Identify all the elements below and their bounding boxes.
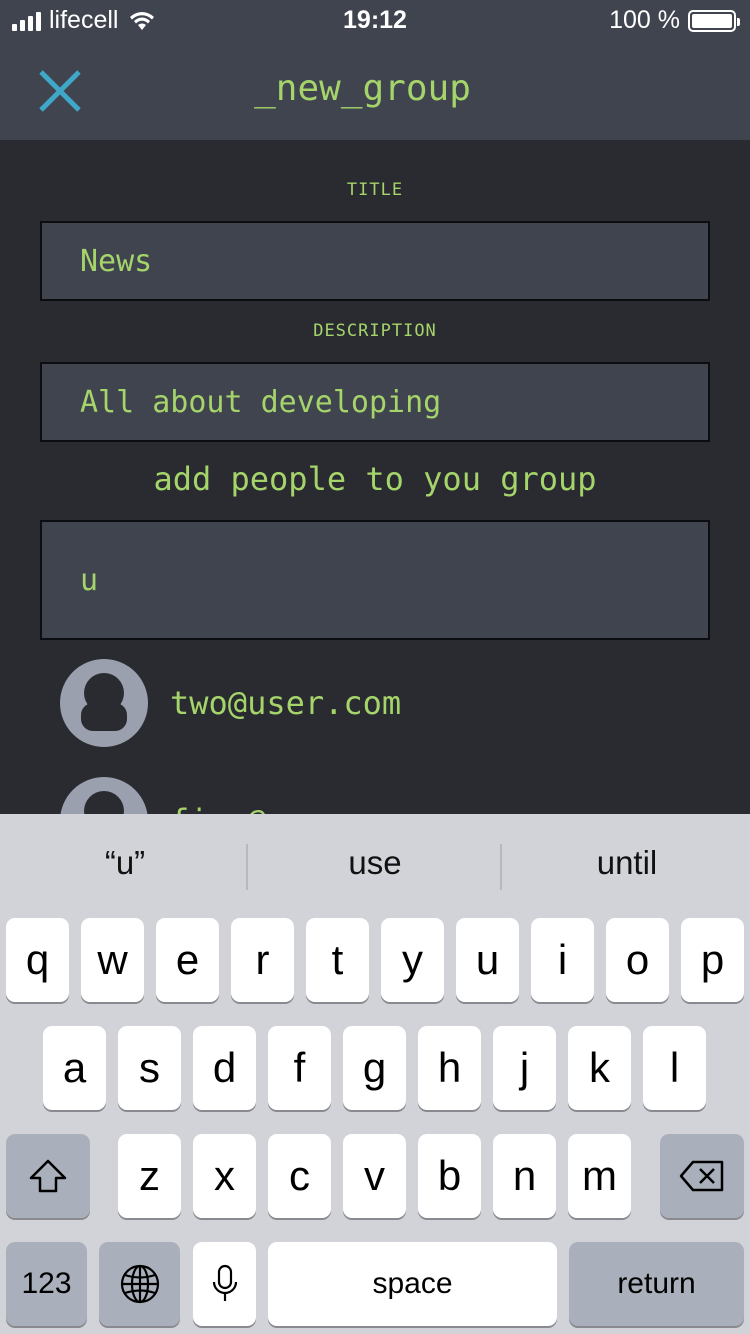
key-m[interactable]: m: [568, 1134, 631, 1218]
status-right: 100 %: [609, 6, 740, 35]
key-w[interactable]: w: [81, 918, 144, 1002]
backspace-key[interactable]: [660, 1134, 744, 1218]
microphone-icon: [212, 1264, 237, 1301]
nav-bar: _new_group: [0, 40, 750, 140]
space-key[interactable]: space: [268, 1242, 557, 1326]
user-email: two@user.com: [170, 684, 402, 722]
globe-icon: [120, 1264, 159, 1304]
key-k[interactable]: k: [568, 1026, 631, 1110]
key-d[interactable]: d: [193, 1026, 256, 1110]
key-n[interactable]: n: [493, 1134, 556, 1218]
key-e[interactable]: e: [156, 918, 219, 1002]
battery-icon: [688, 9, 740, 32]
key-z[interactable]: z: [118, 1134, 181, 1218]
title-input[interactable]: [42, 223, 708, 299]
key-t[interactable]: t: [306, 918, 369, 1002]
suggestion-bar: “u” use until: [0, 814, 750, 918]
people-search-input[interactable]: [42, 522, 708, 638]
key-a[interactable]: a: [43, 1026, 106, 1110]
mic-key[interactable]: [193, 1242, 256, 1326]
key-j[interactable]: j: [493, 1026, 556, 1110]
key-v[interactable]: v: [343, 1134, 406, 1218]
backspace-icon: [679, 1160, 724, 1192]
globe-key[interactable]: [99, 1242, 180, 1326]
suggestion-1[interactable]: “u”: [0, 844, 250, 882]
key-c[interactable]: c: [268, 1134, 331, 1218]
key-l[interactable]: l: [643, 1026, 706, 1110]
key-o[interactable]: o: [606, 918, 669, 1002]
key-f[interactable]: f: [268, 1026, 331, 1110]
key-x[interactable]: x: [193, 1134, 256, 1218]
numbers-key[interactable]: 123: [6, 1242, 87, 1326]
key-p[interactable]: p: [681, 918, 744, 1002]
shift-key[interactable]: [6, 1134, 90, 1218]
suggestion-3[interactable]: until: [502, 844, 750, 882]
key-b[interactable]: b: [418, 1134, 481, 1218]
title-label: TITLE: [346, 180, 404, 200]
description-label: DESCRIPTION: [313, 321, 437, 341]
key-r[interactable]: r: [231, 918, 294, 1002]
title-field[interactable]: [40, 221, 710, 301]
key-s[interactable]: s: [118, 1026, 181, 1110]
key-g[interactable]: g: [343, 1026, 406, 1110]
keyboard: “u” use until q w e r t y u i o p a s d …: [0, 814, 750, 1334]
suggestion-2[interactable]: use: [250, 844, 500, 882]
add-people-label: add people to you group: [153, 460, 597, 498]
key-q[interactable]: q: [6, 918, 69, 1002]
return-key[interactable]: return: [569, 1242, 744, 1326]
key-i[interactable]: i: [531, 918, 594, 1002]
key-u[interactable]: u: [456, 918, 519, 1002]
suggestion-divider: [246, 844, 248, 890]
battery-percent: 100 %: [609, 6, 680, 34]
user-avatar-icon: [60, 659, 148, 747]
status-bar: lifecell 19:12 100 %: [0, 0, 750, 40]
people-search-field[interactable]: [40, 520, 710, 640]
description-field[interactable]: [40, 362, 710, 442]
key-h[interactable]: h: [418, 1026, 481, 1110]
page-title: _new_group: [254, 68, 471, 109]
key-y[interactable]: y: [381, 918, 444, 1002]
user-list-item[interactable]: two@user.com: [60, 658, 700, 748]
description-input[interactable]: [42, 364, 708, 440]
shift-icon: [29, 1159, 67, 1193]
